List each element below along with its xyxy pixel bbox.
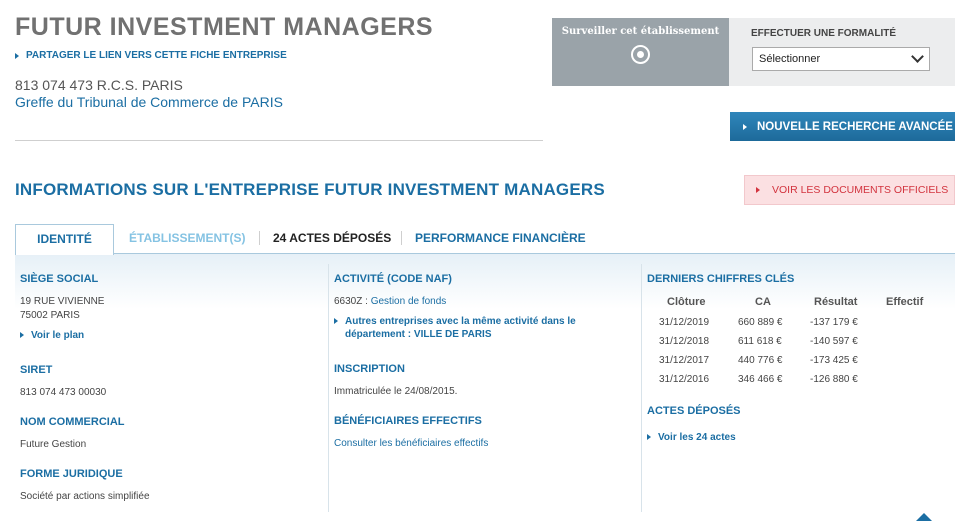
- tab-actes-label: ACTES DÉPOSÉS: [289, 231, 392, 245]
- header-effectif: Effectif: [886, 296, 924, 308]
- activite-title: ACTIVITÉ (CODE NAF): [334, 273, 452, 285]
- arrow-right-icon: [334, 318, 338, 324]
- voir-plan-label: Voir le plan: [31, 330, 85, 341]
- surveiller-button[interactable]: Surveiller cet établissement: [552, 18, 729, 86]
- column-divider: [641, 264, 642, 512]
- row-ca: 611 618 €: [738, 336, 782, 347]
- arrow-right-icon: [20, 332, 24, 338]
- tabs-baseline: [15, 253, 955, 254]
- header-ca: CA: [755, 296, 771, 308]
- autres-entreprises-text: Autres entreprises avec la même activité…: [345, 315, 576, 341]
- tab-separator: [401, 231, 402, 245]
- beneficiaires-link[interactable]: Consulter les bénéficiaires effectifs: [334, 438, 488, 449]
- beneficiaires-title: BÉNÉFICIAIRES EFFECTIFS: [334, 415, 482, 427]
- siret-value: 813 074 473 00030: [20, 387, 107, 398]
- actes-deposes-title: ACTES DÉPOSÉS: [647, 405, 741, 417]
- arrow-right-icon: [647, 434, 651, 440]
- formalite-label: EFFECTUER UNE FORMALITÉ: [751, 28, 896, 39]
- chevron-down-icon: [911, 50, 924, 63]
- formalite-select[interactable]: Sélectionner: [752, 47, 930, 71]
- row-ca: 346 466 €: [738, 374, 783, 385]
- nom-commercial-value: Future Gestion: [20, 439, 87, 450]
- row-cloture: 31/12/2017: [659, 355, 710, 366]
- share-link-label: PARTAGER LE LIEN VERS CETTE FICHE ENTREP…: [26, 50, 287, 61]
- forme-juridique-value: Société par actions simplifiée: [20, 491, 150, 502]
- row-ca: 660 889 €: [738, 317, 783, 328]
- naf-code-value: 6630Z :: [334, 296, 368, 307]
- header-divider: [15, 140, 543, 141]
- address-line-2: 75002 PARIS: [20, 310, 80, 321]
- target-icon: [631, 45, 650, 64]
- header-resultat: Résultat: [814, 296, 858, 308]
- row-resultat: -126 880 €: [810, 374, 858, 385]
- nouvelle-recherche-label: NOUVELLE RECHERCHE AVANCÉE: [757, 120, 953, 133]
- tab-etablissements[interactable]: ÉTABLISSEMENT(S): [129, 231, 245, 245]
- autres-entreprises-line-1: Autres entreprises avec la même activité…: [345, 316, 576, 327]
- nouvelle-recherche-button[interactable]: NOUVELLE RECHERCHE AVANCÉE: [730, 112, 955, 141]
- voir-documents-label: VOIR LES DOCUMENTS OFFICIELS: [772, 184, 949, 196]
- formalite-selected-value: Sélectionner: [759, 53, 821, 65]
- row-cloture: 31/12/2016: [659, 374, 710, 385]
- company-name: FUTUR INVESTMENT MANAGERS: [15, 13, 434, 41]
- formalite-panel: EFFECTUER UNE FORMALITÉ Sélectionner: [729, 18, 955, 86]
- row-ca: 440 776 €: [738, 355, 783, 366]
- tab-identite[interactable]: IDENTITÉ: [15, 224, 114, 255]
- voir-actes-link[interactable]: Voir les 24 actes: [647, 431, 736, 444]
- row-resultat: -137 179 €: [810, 317, 858, 328]
- row-cloture: 31/12/2019: [659, 317, 710, 328]
- greffe-name: Greffe du Tribunal de Commerce de PARIS: [15, 94, 283, 110]
- siege-social-title: SIÈGE SOCIAL: [20, 273, 99, 285]
- tab-performance[interactable]: PERFORMANCE FINANCIÈRE: [415, 231, 586, 245]
- autres-entreprises-line-2: département : VILLE DE PARIS: [345, 329, 492, 340]
- tab-separator: [259, 231, 260, 245]
- row-resultat: -173 425 €: [810, 355, 858, 366]
- surveiller-label: Surveiller cet établissement: [561, 26, 720, 37]
- tab-actes-count: 24: [273, 231, 287, 245]
- voir-actes-label: Voir les 24 actes: [658, 432, 736, 443]
- row-resultat: -140 597 €: [810, 336, 858, 347]
- voir-plan-link[interactable]: Voir le plan: [20, 329, 84, 342]
- nom-commercial-title: NOM COMMERCIAL: [20, 416, 125, 428]
- scroll-top-icon[interactable]: [916, 513, 932, 521]
- tab-actes[interactable]: 24 ACTES DÉPOSÉS: [273, 231, 391, 245]
- row-cloture: 31/12/2018: [659, 336, 710, 347]
- inscription-value: Immatriculée le 24/08/2015.: [334, 386, 458, 397]
- column-divider: [328, 264, 329, 512]
- arrow-right-icon: [756, 187, 760, 193]
- forme-juridique-title: FORME JURIDIQUE: [20, 468, 123, 480]
- naf-code: 6630Z : Gestion de fonds: [334, 296, 446, 307]
- address-line-1: 19 RUE VIVIENNE: [20, 296, 105, 307]
- rcs-number: 813 074 473 R.C.S. PARIS: [15, 77, 183, 93]
- siret-title: SIRET: [20, 364, 53, 376]
- arrow-right-icon: [743, 123, 747, 130]
- naf-label-link[interactable]: Gestion de fonds: [371, 296, 447, 307]
- arrow-right-icon: [15, 52, 19, 59]
- share-link[interactable]: PARTAGER LE LIEN VERS CETTE FICHE ENTREP…: [15, 50, 287, 61]
- autres-entreprises-link[interactable]: Autres entreprises avec la même activité…: [334, 315, 576, 341]
- chiffres-cles-title: DERNIERS CHIFFRES CLÉS: [647, 273, 795, 285]
- inscription-title: INSCRIPTION: [334, 363, 405, 375]
- section-title: INFORMATIONS SUR L'ENTREPRISE FUTUR INVE…: [15, 180, 605, 199]
- voir-documents-button[interactable]: VOIR LES DOCUMENTS OFFICIELS: [744, 175, 955, 205]
- header-cloture: Clôture: [667, 296, 706, 308]
